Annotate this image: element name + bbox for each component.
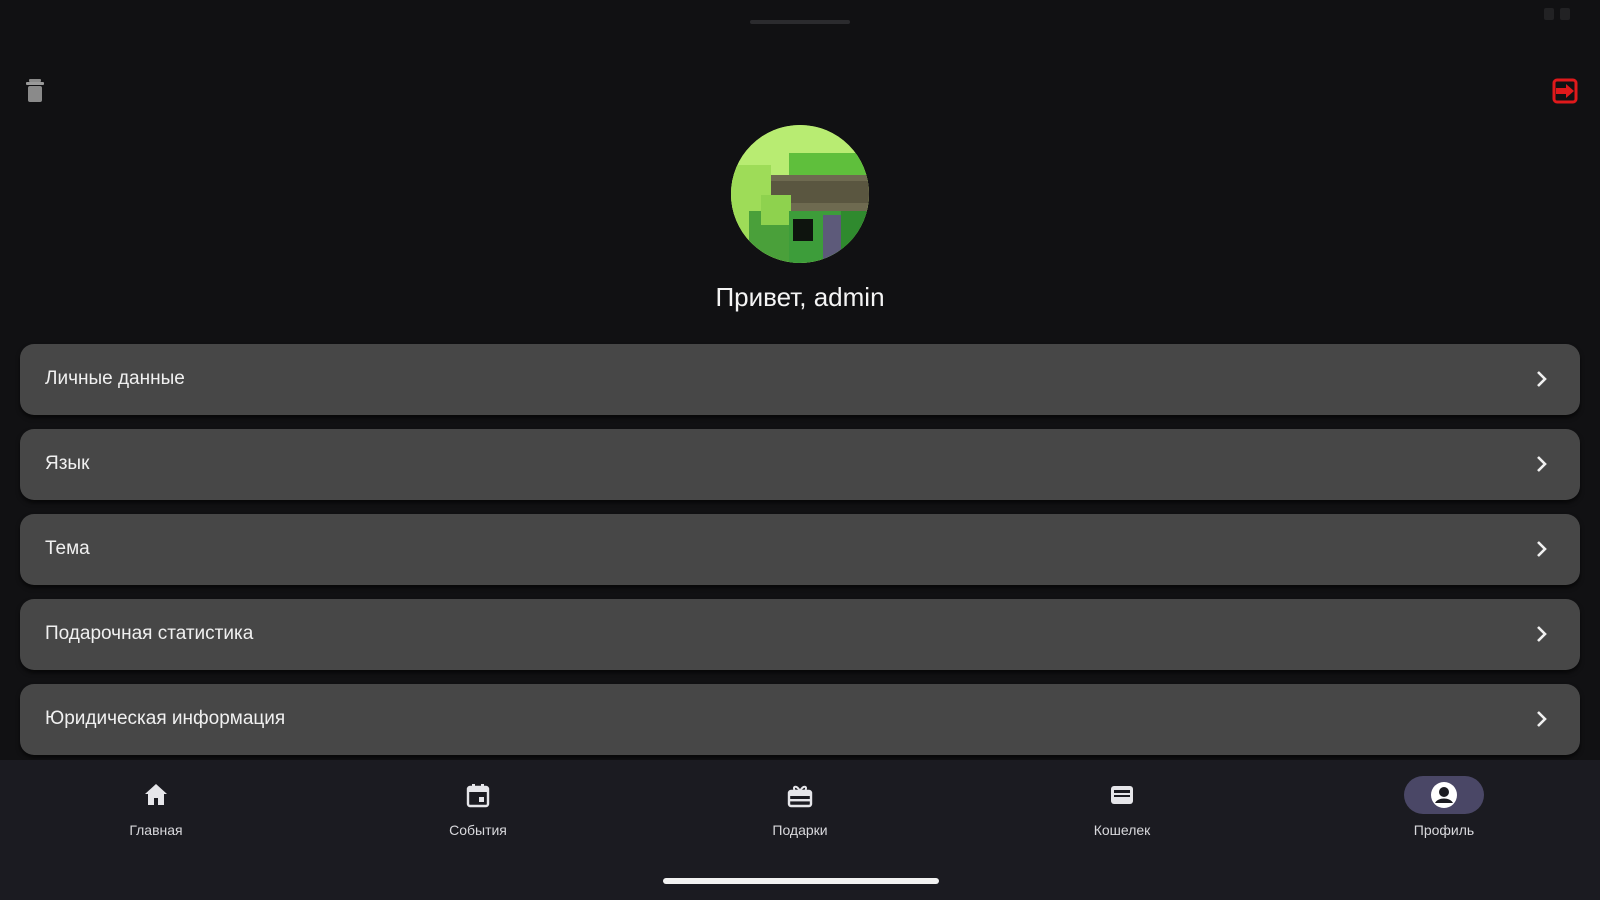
delete-account-button[interactable] xyxy=(24,78,46,104)
profile-screen: Привет, admin Личные данные Язык Тема По… xyxy=(0,0,1600,900)
nav-label: Подарки xyxy=(772,822,828,838)
nav-label: Профиль xyxy=(1413,822,1475,838)
nav-label: Главная xyxy=(129,822,183,838)
menu-item-theme[interactable]: Тема xyxy=(20,514,1580,585)
chevron-right-icon xyxy=(1537,711,1547,727)
logout-icon xyxy=(1552,78,1578,104)
nav-item-gifts[interactable]: Подарки xyxy=(730,776,870,846)
chevron-right-icon xyxy=(1537,626,1547,642)
gift-icon xyxy=(787,785,813,808)
menu-item-language[interactable]: Язык xyxy=(20,429,1580,500)
menu-item-legal-info[interactable]: Юридическая информация xyxy=(20,684,1580,755)
battery-icon xyxy=(1560,8,1570,20)
profile-icon xyxy=(1431,782,1457,808)
logout-button[interactable] xyxy=(1552,78,1578,104)
menu-item-label: Тема xyxy=(45,538,90,559)
nav-item-events[interactable]: События xyxy=(408,776,548,846)
status-bar xyxy=(0,0,1600,36)
wifi-icon xyxy=(1544,8,1554,20)
calendar-icon xyxy=(466,784,490,808)
nav-item-home[interactable]: Главная xyxy=(86,776,226,846)
chevron-right-icon xyxy=(1537,456,1547,472)
nav-label: События xyxy=(449,822,507,838)
home-indicator[interactable] xyxy=(663,878,939,884)
menu-item-gift-statistics[interactable]: Подарочная статистика xyxy=(20,599,1580,670)
menu-item-label: Юридическая информация xyxy=(45,708,286,729)
wallet-icon xyxy=(1111,786,1133,804)
menu-item-personal-data[interactable]: Личные данные xyxy=(20,344,1580,415)
greeting-text: Привет, admin xyxy=(715,282,885,312)
menu-item-label: Подарочная статистика xyxy=(45,623,254,644)
nav-item-profile[interactable]: Профиль xyxy=(1374,776,1514,846)
menu-item-label: Язык xyxy=(45,453,90,474)
settings-menu: Личные данные Язык Тема Подарочная стати… xyxy=(20,344,1580,769)
drag-handle[interactable] xyxy=(750,20,850,24)
nav-item-wallet[interactable]: Кошелек xyxy=(1052,776,1192,846)
chevron-right-icon xyxy=(1537,371,1547,387)
menu-item-label: Личные данные xyxy=(45,368,185,389)
avatar[interactable] xyxy=(731,125,869,263)
nav-label: Кошелек xyxy=(1093,822,1151,838)
trash-icon xyxy=(26,79,44,102)
home-icon xyxy=(145,784,167,805)
active-indicator xyxy=(1404,776,1484,814)
status-icons xyxy=(1544,8,1570,20)
chevron-right-icon xyxy=(1537,541,1547,557)
pixel-avatar xyxy=(731,125,869,263)
